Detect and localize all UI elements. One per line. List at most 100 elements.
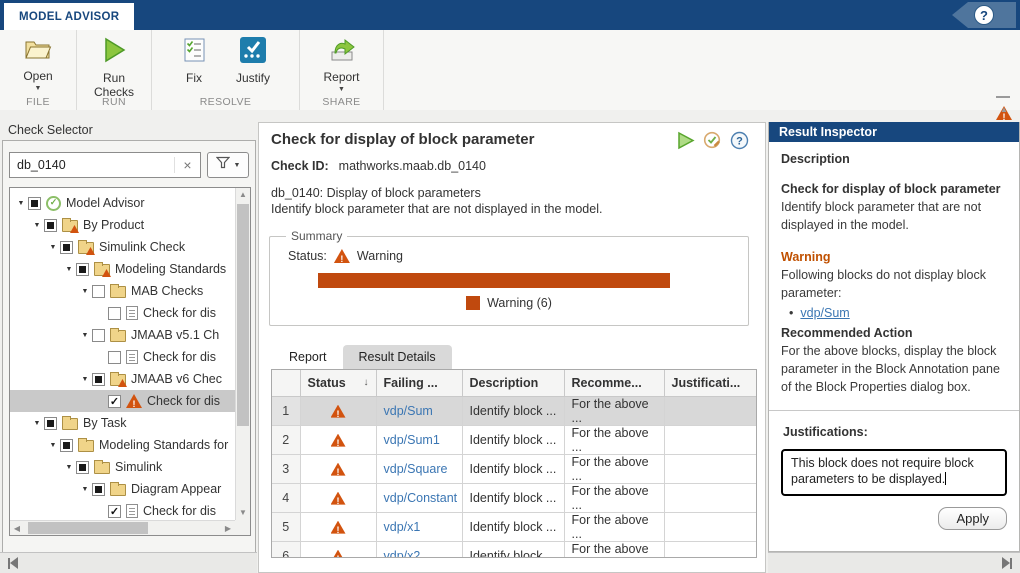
chevron-down-icon: ▼ — [234, 162, 241, 169]
table-row[interactable]: 3vdp/SquareIdentify block ...For the abo… — [272, 454, 756, 483]
tree-item[interactable]: Check for dis — [10, 346, 235, 368]
justify-check-button[interactable] — [703, 131, 722, 155]
tree-checkbox[interactable] — [108, 395, 121, 408]
scrollbar-thumb[interactable] — [237, 204, 249, 426]
toolstrip: Open ▼ FILE Run Checks RUN Fix — [0, 30, 1020, 110]
fix-checklist-icon — [181, 37, 207, 68]
check-search-field[interactable]: db_0140 × — [9, 152, 201, 178]
help-check-button[interactable]: ? — [730, 131, 749, 155]
failing-block-link[interactable]: vdp/Constant — [384, 491, 458, 505]
apply-button[interactable]: Apply — [938, 507, 1007, 530]
scroll-up-icon[interactable]: ▲ — [236, 188, 250, 202]
tree-item[interactable]: ▼MAB Checks — [10, 280, 235, 302]
collapse-right-panel-button[interactable] — [1002, 557, 1012, 569]
expand-arrow-icon[interactable]: ▼ — [46, 244, 60, 251]
tree-item[interactable]: ▼JMAAB v6 Chec — [10, 368, 235, 390]
table-row[interactable]: 1vdp/SumIdentify block ...For the above … — [272, 396, 756, 425]
description-cell: Identify block ... — [462, 454, 564, 483]
table-row[interactable]: 5vdp/x1Identify block ...For the above .… — [272, 512, 756, 541]
expand-arrow-icon[interactable]: ▼ — [78, 376, 92, 383]
table-row[interactable]: 6vdp/x2Identify block ...For the above .… — [272, 541, 756, 558]
tree-checkbox[interactable] — [92, 483, 105, 496]
expand-arrow-icon[interactable]: ▼ — [78, 486, 92, 493]
tree-checkbox[interactable] — [92, 329, 105, 342]
scroll-left-icon[interactable]: ◀ — [10, 521, 24, 535]
tree-item-label: By Product — [83, 218, 144, 232]
tree-item[interactable]: Check for dis — [10, 302, 235, 324]
expand-arrow-icon[interactable]: ▼ — [78, 288, 92, 295]
tree-checkbox[interactable] — [44, 417, 57, 430]
failing-block-link[interactable]: vdp/Sum — [384, 404, 433, 418]
col-description[interactable]: Description — [462, 370, 564, 396]
model-advisor-window: MODEL ADVISOR ? Open ▼ FILE Run Checks — [0, 0, 1020, 573]
failing-block-link[interactable]: vdp/Square — [384, 462, 448, 476]
warning-icon — [331, 521, 346, 534]
filter-button[interactable]: ▼ — [207, 152, 249, 178]
failing-block-link[interactable]: vdp/Sum1 — [384, 433, 440, 447]
failing-block-link[interactable]: vdp/x2 — [384, 549, 421, 559]
tree-item[interactable]: ▼Modeling Standards for — [10, 434, 235, 456]
tree-item[interactable]: ▼Simulink — [10, 456, 235, 478]
tree-checkbox[interactable] — [92, 285, 105, 298]
warning-icon — [331, 550, 346, 558]
expand-arrow-icon[interactable]: ▼ — [62, 266, 76, 273]
tab-model-advisor[interactable]: MODEL ADVISOR — [4, 3, 134, 30]
tab-report[interactable]: Report — [273, 345, 343, 369]
expand-arrow-icon[interactable]: ▼ — [30, 222, 44, 229]
tree-checkbox[interactable] — [60, 241, 73, 254]
tree-horizontal-scrollbar[interactable]: ◀ ▶ — [10, 520, 235, 535]
tree-item[interactable]: ▼Modeling Standards — [10, 258, 235, 280]
scroll-right-icon[interactable]: ▶ — [221, 521, 235, 535]
tree-checkbox[interactable] — [108, 505, 121, 518]
tree-item[interactable]: ▼Model Advisor — [10, 192, 235, 214]
warning-icon — [331, 492, 346, 505]
expand-arrow-icon[interactable]: ▼ — [30, 420, 44, 427]
collapse-left-panel-button[interactable] — [8, 557, 18, 569]
check-document-icon — [126, 504, 138, 518]
check-desc-line1: db_0140: Display of block parameters — [271, 185, 602, 201]
scroll-down-icon[interactable]: ▼ — [236, 506, 250, 520]
status-cell — [300, 396, 376, 425]
col-justification[interactable]: Justificati... — [664, 370, 756, 396]
tab-result-details[interactable]: Result Details — [343, 345, 452, 369]
expand-arrow-icon[interactable]: ▼ — [46, 442, 60, 449]
search-input[interactable]: db_0140 — [10, 158, 174, 172]
tree-item[interactable]: ▼JMAAB v5.1 Ch — [10, 324, 235, 346]
tree-vertical-scrollbar[interactable]: ▲ ▼ — [235, 188, 250, 520]
tree-checkbox[interactable] — [92, 373, 105, 386]
tree-item[interactable]: Check for dis — [10, 500, 235, 520]
result-tabs: Report Result Details — [273, 344, 452, 369]
tree-item[interactable]: ▼Diagram Appear — [10, 478, 235, 500]
check-report-panel: Check for display of block parameter ? C… — [258, 122, 766, 573]
scrollbar-thumb[interactable] — [28, 522, 148, 534]
run-this-check-button[interactable] — [676, 131, 695, 155]
row-number: 2 — [272, 425, 300, 454]
expand-arrow-icon[interactable]: ▼ — [14, 200, 28, 207]
check-tree: ▼Model Advisor▼By Product▼Simulink Check… — [9, 187, 251, 536]
justification-input[interactable]: This block does not require block parame… — [781, 449, 1007, 496]
row-number: 3 — [272, 454, 300, 483]
help-button[interactable]: ? — [974, 5, 994, 25]
tree-checkbox[interactable] — [76, 263, 89, 276]
scrollbar-corner — [235, 520, 250, 535]
tree-item[interactable]: Check for dis — [10, 390, 235, 412]
clear-search-button[interactable]: × — [174, 157, 200, 173]
col-status[interactable]: Status↓ — [300, 370, 376, 396]
failing-block-link[interactable]: vdp/Sum — [800, 304, 849, 322]
col-failing[interactable]: Failing ... — [376, 370, 462, 396]
failing-block-link[interactable]: vdp/x1 — [384, 520, 421, 534]
tree-checkbox[interactable] — [108, 307, 121, 320]
tree-item[interactable]: ▼Simulink Check — [10, 236, 235, 258]
table-row[interactable]: 2vdp/Sum1Identify block ...For the above… — [272, 425, 756, 454]
tree-checkbox[interactable] — [60, 439, 73, 452]
expand-arrow-icon[interactable]: ▼ — [78, 332, 92, 339]
col-recommendation[interactable]: Recomme... — [564, 370, 664, 396]
tree-item[interactable]: ▼By Task — [10, 412, 235, 434]
expand-arrow-icon[interactable]: ▼ — [62, 464, 76, 471]
tree-checkbox[interactable] — [108, 351, 121, 364]
tree-checkbox[interactable] — [76, 461, 89, 474]
tree-checkbox[interactable] — [28, 197, 41, 210]
table-row[interactable]: 4vdp/ConstantIdentify block ...For the a… — [272, 483, 756, 512]
tree-checkbox[interactable] — [44, 219, 57, 232]
tree-item[interactable]: ▼ By Product — [10, 214, 235, 236]
